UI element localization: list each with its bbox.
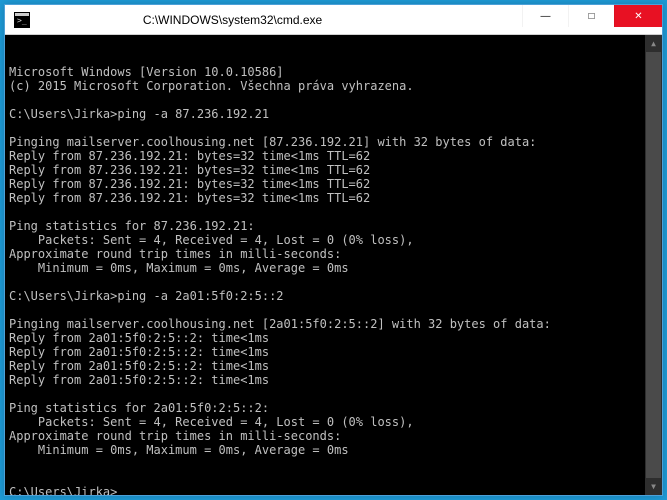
terminal-output[interactable]: Microsoft Windows [Version 10.0.10586](c… [5, 35, 662, 495]
terminal-line: Packets: Sent = 4, Received = 4, Lost = … [9, 415, 658, 429]
terminal-prompt-line: C:\Users\Jirka> [9, 485, 658, 495]
terminal-line: Reply from 87.236.192.21: bytes=32 time<… [9, 149, 658, 163]
window-title: C:\WINDOWS\system32\cmd.exe [0, 13, 522, 27]
terminal-line: C:\Users\Jirka>ping -a 87.236.192.21 [9, 107, 658, 121]
titlebar: >_ C:\WINDOWS\system32\cmd.exe — □ ✕ [5, 5, 662, 35]
terminal-line: Reply from 87.236.192.21: bytes=32 time<… [9, 177, 658, 191]
terminal-line [9, 121, 658, 135]
terminal-line: Microsoft Windows [Version 10.0.10586] [9, 65, 658, 79]
terminal-line: Ping statistics for 87.236.192.21: [9, 219, 658, 233]
terminal-line [9, 471, 658, 485]
scroll-up-button[interactable]: ▲ [645, 35, 662, 52]
terminal-line: Reply from 2a01:5f0:2:5::2: time<1ms [9, 331, 658, 345]
prompt-text: C:\Users\Jirka> [9, 485, 117, 495]
terminal-line: Pinging mailserver.coolhousing.net [87.2… [9, 135, 658, 149]
scroll-down-button[interactable]: ▼ [645, 478, 662, 495]
terminal-line: (c) 2015 Microsoft Corporation. Všechna … [9, 79, 658, 93]
terminal-line [9, 387, 658, 401]
terminal-line [9, 275, 658, 289]
cmd-window: >_ C:\WINDOWS\system32\cmd.exe — □ ✕ Mic… [4, 4, 663, 496]
terminal-line: Reply from 2a01:5f0:2:5::2: time<1ms [9, 359, 658, 373]
minimize-button[interactable]: — [522, 5, 568, 27]
terminal-line [9, 205, 658, 219]
maximize-button[interactable]: □ [568, 5, 614, 27]
maximize-icon: □ [588, 11, 594, 22]
close-button[interactable]: ✕ [614, 5, 662, 27]
terminal-text: Microsoft Windows [Version 10.0.10586](c… [9, 65, 658, 495]
terminal-line [9, 303, 658, 317]
terminal-line: Pinging mailserver.coolhousing.net [2a01… [9, 317, 658, 331]
terminal-line: Approximate round trip times in milli-se… [9, 429, 658, 443]
terminal-line [9, 93, 658, 107]
terminal-line: Reply from 2a01:5f0:2:5::2: time<1ms [9, 345, 658, 359]
terminal-line: C:\Users\Jirka>ping -a 2a01:5f0:2:5::2 [9, 289, 658, 303]
minimize-icon: — [541, 11, 551, 22]
close-icon: ✕ [634, 11, 642, 22]
terminal-line [9, 457, 658, 471]
window-controls: — □ ✕ [522, 5, 662, 34]
scrollbar[interactable]: ▲ ▼ [645, 35, 662, 495]
terminal-line: Reply from 87.236.192.21: bytes=32 time<… [9, 191, 658, 205]
terminal-line: Approximate round trip times in milli-se… [9, 247, 658, 261]
terminal-line: Ping statistics for 2a01:5f0:2:5::2: [9, 401, 658, 415]
terminal-line: Minimum = 0ms, Maximum = 0ms, Average = … [9, 443, 658, 457]
terminal-line: Reply from 2a01:5f0:2:5::2: time<1ms [9, 373, 658, 387]
terminal-line: Packets: Sent = 4, Received = 4, Lost = … [9, 233, 658, 247]
terminal-line: Reply from 87.236.192.21: bytes=32 time<… [9, 163, 658, 177]
terminal-line: Minimum = 0ms, Maximum = 0ms, Average = … [9, 261, 658, 275]
scrollbar-thumb[interactable] [646, 52, 661, 478]
